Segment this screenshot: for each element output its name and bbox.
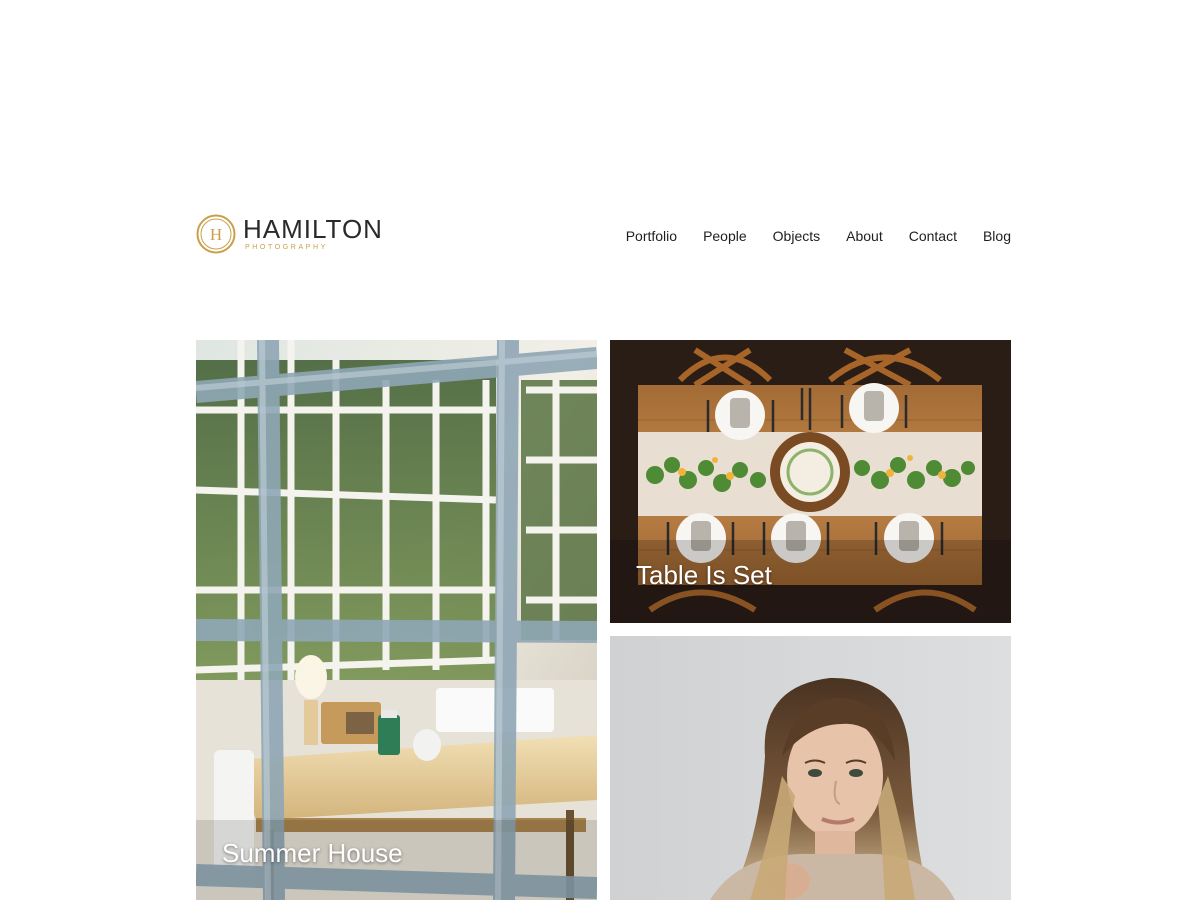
- gallery-tile-title: Summer House: [222, 838, 403, 868]
- logo-monogram-icon: H: [196, 214, 236, 254]
- gallery-tile-table-is-set[interactable]: Table Is Set: [610, 340, 1011, 623]
- brand-name: HAMILTON: [243, 214, 383, 244]
- nav-item-objects[interactable]: Objects: [773, 226, 820, 246]
- nav-item-portfolio[interactable]: Portfolio: [626, 226, 677, 246]
- main-nav: Portfolio People Objects About Contact B…: [626, 226, 1011, 246]
- site-header: H HAMILTON PHOTOGRAPHY Portfolio People …: [196, 210, 1011, 260]
- logo-monogram-letter: H: [210, 225, 222, 244]
- nav-item-people[interactable]: People: [703, 226, 747, 246]
- woman-portrait-photo: [610, 636, 1011, 900]
- gallery-tile-portrait[interactable]: [610, 636, 1011, 900]
- nav-item-blog[interactable]: Blog: [983, 226, 1011, 246]
- nav-item-contact[interactable]: Contact: [909, 226, 957, 246]
- gallery-tile-title: Table Is Set: [636, 560, 772, 590]
- gallery-tile-summer-house[interactable]: Summer House: [196, 340, 597, 900]
- page: H HAMILTON PHOTOGRAPHY Portfolio People …: [0, 0, 1200, 900]
- nav-item-about[interactable]: About: [846, 226, 883, 246]
- brand-tagline: PHOTOGRAPHY: [245, 244, 328, 251]
- sunroom-interior-photo: [196, 340, 597, 900]
